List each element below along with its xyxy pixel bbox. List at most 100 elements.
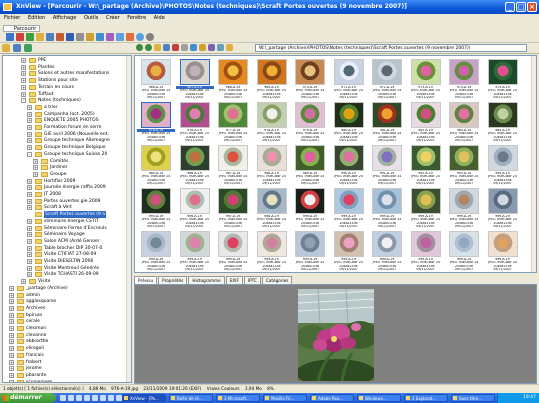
tree-expander-icon[interactable]: + (27, 131, 32, 137)
refresh-folder-icon[interactable] (163, 44, 170, 51)
tab-histogramme[interactable]: Histogramme (188, 276, 225, 284)
tree-expander-icon[interactable]: + (33, 171, 38, 177)
search-icon[interactable] (217, 44, 224, 51)
capture-icon[interactable] (116, 33, 124, 41)
thumbnail[interactable]: 972-A-19 JPEG TrueColor 24 2048x1536 09/11/… (368, 58, 406, 100)
minimize-button[interactable]: _ (505, 2, 515, 12)
tree-expander-icon[interactable]: + (9, 366, 14, 372)
help-icon[interactable] (136, 33, 144, 41)
tab-previsu[interactable]: Prévisu (134, 276, 158, 284)
tree-expander-icon[interactable]: + (33, 158, 38, 164)
tree-expander-icon[interactable]: + (9, 326, 14, 331)
tree-expander-icon[interactable]: + (27, 118, 32, 124)
thumbnail[interactable]: 999-A-19 JPEG TrueColor 24 2048x1536 09/11/… (291, 230, 329, 272)
stop-icon[interactable] (172, 44, 179, 51)
tab-parcourir[interactable]: Parcourir (3, 25, 41, 32)
tree-expander-icon[interactable]: + (9, 305, 14, 311)
tree-expander-icon[interactable]: + (21, 279, 26, 285)
cut-icon[interactable] (56, 33, 64, 41)
thumbnail[interactable]: 974-A-19 JPEG TrueColor 24 2048x1536 09/11/… (445, 58, 483, 100)
tree-expander-icon[interactable]: + (9, 292, 14, 298)
excel-icon[interactable] (108, 395, 114, 401)
thumbnail-size-icon[interactable] (208, 44, 215, 51)
thumbnail[interactable]: 986-A-19 JPEG TrueColor 24 2048x1536 09/11/… (176, 144, 214, 186)
taskbar-button[interactable]: Windows... (357, 394, 401, 402)
tree-expander-icon[interactable]: + (27, 138, 32, 144)
explorer-icon[interactable] (92, 395, 98, 401)
tree-expander-icon[interactable]: - (21, 98, 26, 104)
tree-expander-icon[interactable]: + (27, 125, 32, 130)
sort-icon[interactable] (190, 44, 197, 51)
thumbnail[interactable]: 984-A-19 JPEG TrueColor 24 2048x1536 09/11/… (484, 101, 522, 143)
tree-scrollbar[interactable] (126, 56, 131, 382)
thumbnail[interactable]: 980-A-19 JPEG TrueColor 24 2048x1536 09/11/… (330, 101, 368, 143)
thumbnail[interactable]: 993-A-19 JPEG TrueColor 24 2048x1536 09/11/… (445, 144, 483, 186)
tree-expander-icon[interactable]: + (27, 259, 32, 264)
browser-icon[interactable] (68, 395, 74, 401)
thumbnail[interactable]: 978-A-19 JPEG TrueColor 24 2048x1536 09/11/… (253, 101, 291, 143)
thumbnail[interactable]: 999-A-19 JPEG TrueColor 24 2048x1536 09/11/… (368, 230, 406, 272)
delete-icon[interactable] (76, 33, 84, 41)
thumbnail[interactable]: 971-A-19 JPEG TrueColor 24 2048x1536 09/11/… (330, 58, 368, 100)
folder-tree-icon[interactable] (2, 44, 10, 52)
thumbnail[interactable]: 995-A-19 JPEG TrueColor 24 2048x1536 09/11/… (137, 187, 175, 229)
tab-exif[interactable]: EXIF (225, 276, 243, 284)
up-folder-icon[interactable] (46, 33, 54, 41)
filter-icon[interactable] (199, 44, 206, 51)
tree-expander-icon[interactable]: + (9, 339, 14, 345)
tab-proprietes[interactable]: Propriétés (158, 276, 188, 284)
thumbnail[interactable]: 999-A-19 JPEG TrueColor 24 2048x1536 09/11/… (445, 187, 483, 229)
thumbnail[interactable]: 999-A-19 JPEG TrueColor 24 2048x1536 09/11/… (214, 230, 252, 272)
tree-expander-icon[interactable]: + (27, 232, 32, 238)
thumbnail[interactable]: 977-A-19 JPEG TrueColor 24 2048x1536 09/11/… (214, 101, 252, 143)
taskbar-button[interactable]: 2 Explorat... (404, 394, 448, 402)
thumbnail[interactable]: 987-A-19 JPEG TrueColor 24 2048x1536 09/11/… (214, 144, 252, 186)
tree-expander-icon[interactable]: + (27, 272, 32, 278)
tree-expander-icon[interactable]: + (21, 84, 26, 90)
fullscreen-icon[interactable] (16, 33, 24, 41)
thumbnail[interactable]: 996-A-19 JPEG TrueColor 24 2048x1536 09/11/… (176, 187, 214, 229)
thumbnail[interactable]: 989-A-19 JPEG TrueColor 24 2048x1536 09/11/… (291, 144, 329, 186)
copy-icon[interactable] (66, 33, 74, 41)
parent-folder-icon[interactable] (154, 44, 161, 51)
mail-icon[interactable] (76, 395, 82, 401)
thumbnail[interactable]: 976-A-19 JPEG TrueColor 24 2048x1536 09/11/… (176, 101, 214, 143)
tree-expander-icon[interactable]: + (27, 145, 32, 151)
tree-expander-icon[interactable]: + (27, 178, 32, 184)
menu-creer[interactable]: Créer (106, 15, 120, 21)
word-icon[interactable] (100, 395, 106, 401)
tree-expander-icon[interactable]: + (9, 346, 14, 352)
tree-expander-icon[interactable]: + (21, 64, 26, 70)
thumbnail[interactable]: 979-A-19 JPEG TrueColor 24 2048x1536 09/11/… (291, 101, 329, 143)
thumbnail[interactable]: 999-A-19 JPEG TrueColor 24 2048x1536 09/11/… (484, 187, 522, 229)
tree-expander-icon[interactable]: + (9, 379, 14, 382)
media-icon[interactable] (84, 395, 90, 401)
thumbnail[interactable]: 999-A-19 JPEG TrueColor 24 2048x1536 09/11/… (445, 230, 483, 272)
close-button[interactable]: × (527, 2, 537, 12)
tree-expander-icon[interactable]: + (27, 104, 32, 110)
thumbnail[interactable]: 999-A-19 JPEG TrueColor 24 2048x1536 09/11/… (330, 187, 368, 229)
tree-expander-icon[interactable]: - (27, 151, 32, 157)
folder-icon[interactable] (36, 33, 44, 41)
thumbnail[interactable]: 990-A-19 JPEG TrueColor 24 2048x1536 09/11/… (330, 144, 368, 186)
tab-categories[interactable]: Catégories (261, 276, 293, 284)
tree-expander-icon[interactable]: + (27, 205, 32, 211)
tree-expander-icon[interactable]: + (27, 218, 32, 224)
menu-affichage[interactable]: Affichage (53, 15, 77, 21)
settings-icon[interactable] (126, 33, 134, 41)
tree-expander-icon[interactable]: + (9, 332, 14, 338)
thumbnail[interactable]: 985-A-19 JPEG TrueColor 24 2048x1536 09/11/… (137, 144, 175, 186)
tree-expander-icon[interactable]: + (27, 225, 32, 231)
tree-expander-icon[interactable]: + (27, 245, 32, 251)
thumbnail[interactable]: 999-A-19 JPEG TrueColor 24 2048x1536 09/11/… (407, 187, 445, 229)
thumbnail[interactable]: 988-A-19 JPEG TrueColor 24 2048x1536 09/11/… (253, 144, 291, 186)
thumbnail[interactable]: 967-A-19 JPEG TrueColor 24 2048x1536 09/11/… (175, 58, 214, 100)
address-folder-icon[interactable] (226, 44, 233, 51)
tree-expander-icon[interactable]: + (33, 165, 38, 171)
taskbar-button[interactable]: Boîte de ré... (169, 394, 213, 402)
thumbnail[interactable]: 975-A-19 JPEG TrueColor 24 2048x1536 09/11/… (484, 58, 522, 100)
thumbnail[interactable]: 991-A-19 JPEG TrueColor 24 2048x1536 09/11/… (368, 144, 406, 186)
thumbnail[interactable]: 968-A-19 JPEG TrueColor 24 2048x1536 09/11/… (214, 58, 252, 100)
thumbnail[interactable]: 994-A-19 JPEG TrueColor 24 2048x1536 09/11/… (484, 144, 522, 186)
menu-outils[interactable]: Outils (84, 15, 98, 21)
